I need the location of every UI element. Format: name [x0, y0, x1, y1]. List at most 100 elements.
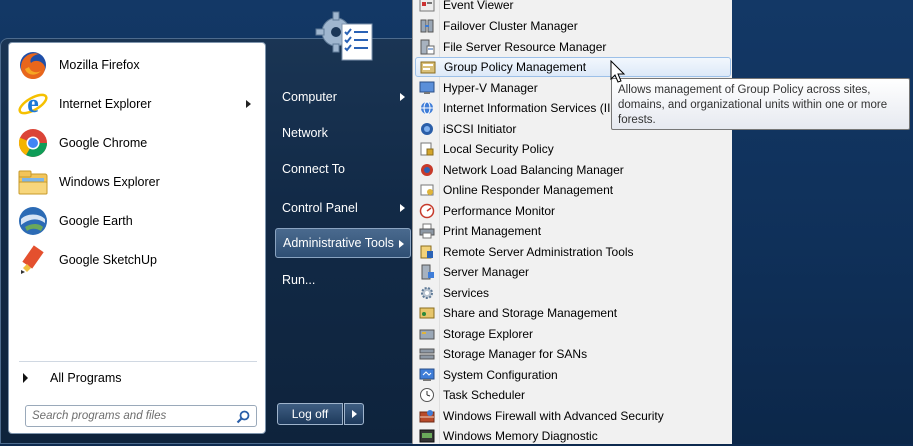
search-input[interactable]: [32, 408, 222, 424]
submenu-item-label: Windows Firewall with Advanced Security: [443, 409, 664, 423]
program-item-sketchup[interactable]: Google SketchUp: [13, 242, 261, 278]
submenu-item-file-server-resource-manager[interactable]: File Server Resource Manager: [415, 37, 731, 57]
programs-pane: Mozilla Firefox e Internet Explorer Goog…: [8, 42, 266, 434]
submenu-item-label: Group Policy Management: [444, 60, 587, 74]
all-programs-label: All Programs: [50, 371, 122, 385]
iis-icon: [421, 101, 433, 115]
submenu-arrow-icon: [399, 240, 404, 248]
menu-item-control-panel[interactable]: Control Panel: [275, 193, 411, 223]
menu-item-label: Control Panel: [282, 201, 358, 215]
iscsi-icon: [421, 123, 433, 135]
search-box[interactable]: [25, 405, 257, 427]
expand-arrow-icon: [23, 373, 28, 383]
tooltip: Allows management of Group Policy across…: [611, 78, 910, 130]
submenu-item-share-and-storage-management[interactable]: Share and Storage Management: [415, 303, 731, 323]
submenu-item-online-responder-management[interactable]: Online Responder Management: [415, 180, 731, 200]
log-off-button[interactable]: Log off: [277, 403, 343, 425]
svg-text:e: e: [27, 89, 39, 118]
all-programs-button[interactable]: All Programs: [19, 367, 259, 389]
firewall-icon: [419, 410, 435, 423]
submenu-item-label: Server Manager: [443, 265, 530, 279]
storage-explorer-icon: [419, 329, 435, 340]
submenu-item-label: Local Security Policy: [443, 142, 554, 156]
submenu-item-label: Services: [443, 286, 490, 300]
program-label: Windows Explorer: [59, 175, 160, 189]
submenu-item-windows-memory-diagnostic[interactable]: Windows Memory Diagnostic: [415, 426, 731, 446]
submenu-item-label: Hyper-V Manager: [443, 81, 538, 95]
submenu-arrow-icon: [246, 100, 251, 108]
search-icon[interactable]: [236, 410, 250, 424]
program-label: Google Chrome: [59, 136, 148, 150]
menu-item-run[interactable]: Run...: [275, 265, 411, 295]
submenu-item-print-management[interactable]: Print Management: [415, 221, 731, 241]
submenu-item-label: System Configuration: [443, 368, 558, 382]
program-item-firefox[interactable]: Mozilla Firefox: [13, 47, 261, 83]
menu-item-label: Administrative Tools: [283, 236, 394, 250]
submenu-item-label: Task Scheduler: [443, 388, 526, 402]
submenu-item-server-manager[interactable]: Server Manager: [415, 262, 731, 282]
shutdown-options-button[interactable]: [344, 403, 364, 425]
submenu-item-group-policy-management[interactable]: Group Policy Management: [415, 57, 731, 77]
program-item-google-earth[interactable]: Google Earth: [13, 203, 261, 239]
submenu-item-label: Performance Monitor: [443, 204, 556, 218]
administrative-tools-icon: [315, 11, 373, 61]
submenu-item-label: Storage Explorer: [443, 327, 534, 341]
submenu-item-label: File Server Resource Manager: [443, 40, 607, 54]
server-icon: [421, 264, 434, 280]
submenu-item-label: Storage Manager for SANs: [443, 347, 588, 361]
share-storage-icon: [419, 307, 435, 319]
submenu-item-label: Windows Memory Diagnostic: [443, 429, 598, 443]
submenu-item-failover-cluster-manager[interactable]: Failover Cluster Manager: [415, 16, 731, 36]
system-config-icon: [419, 368, 435, 381]
firefox-icon: [20, 52, 46, 79]
submenu-item-windows-firewall[interactable]: Windows Firewall with Advanced Security: [415, 406, 731, 426]
submenu-item-label: iSCSI Initiator: [443, 122, 517, 136]
submenu-item-task-scheduler[interactable]: Task Scheduler: [415, 385, 731, 405]
program-label: Google SketchUp: [59, 253, 157, 267]
event-viewer-icon: [419, 0, 435, 12]
submenu-item-remote-server-administration-tools[interactable]: Remote Server Administration Tools: [415, 242, 731, 262]
submenu-arrow-icon: [400, 93, 405, 101]
submenu-item-label: Network Load Balancing Manager: [443, 163, 624, 177]
submenu-item-label: Remote Server Administration Tools: [443, 245, 634, 259]
san-icon: [419, 348, 435, 360]
program-item-windows-explorer[interactable]: Windows Explorer: [13, 164, 261, 200]
submenu-item-label: Event Viewer: [443, 0, 514, 12]
submenu-item-label: Internet Information Services (II: [443, 101, 611, 115]
menu-item-computer[interactable]: Computer: [275, 82, 411, 112]
menu-item-label: Network: [282, 126, 328, 140]
submenu-arrow-icon: [400, 204, 405, 212]
program-label: Internet Explorer: [59, 97, 152, 111]
menu-item-administrative-tools[interactable]: Administrative Tools: [275, 228, 411, 258]
menu-item-label: Run...: [282, 273, 316, 287]
file-server-icon: [420, 39, 435, 55]
chrome-icon: [18, 129, 47, 157]
submenu-item-services[interactable]: Services: [415, 283, 731, 303]
google-earth-icon: [19, 207, 47, 235]
program-label: Mozilla Firefox: [59, 58, 140, 72]
menu-item-label: Connect To: [282, 162, 346, 176]
submenu-item-system-configuration[interactable]: System Configuration: [415, 365, 731, 385]
submenu-item-performance-monitor[interactable]: Performance Monitor: [415, 201, 731, 221]
internet-explorer-icon: e: [18, 89, 48, 118]
printer-icon: [419, 223, 435, 239]
menu-item-label: Computer: [282, 90, 337, 104]
menu-item-connect-to[interactable]: Connect To: [275, 154, 411, 184]
memory-diagnostic-icon: [419, 429, 435, 443]
submenu-item-label: Share and Storage Management: [443, 306, 618, 320]
submenu-item-local-security-policy[interactable]: Local Security Policy: [415, 139, 731, 159]
cluster-icon: [420, 19, 434, 33]
folder-icon: [18, 170, 48, 195]
program-item-internet-explorer[interactable]: e Internet Explorer: [13, 86, 261, 122]
administrative-tools-submenu: Event Viewer Failover Cluster Manager Fi…: [412, 0, 732, 444]
submenu-item-event-viewer[interactable]: Event Viewer: [415, 0, 731, 15]
submenu-item-network-load-balancing-manager[interactable]: Network Load Balancing Manager: [415, 160, 731, 180]
mouse-cursor-icon: [610, 60, 626, 83]
submenu-item-storage-explorer[interactable]: Storage Explorer: [415, 324, 731, 344]
security-policy-icon: [420, 142, 434, 156]
remote-tools-icon: [420, 245, 433, 259]
program-item-chrome[interactable]: Google Chrome: [13, 125, 261, 161]
hyperv-icon: [419, 81, 435, 94]
menu-item-network[interactable]: Network: [275, 118, 411, 148]
submenu-item-storage-manager-for-sans[interactable]: Storage Manager for SANs: [415, 344, 731, 364]
